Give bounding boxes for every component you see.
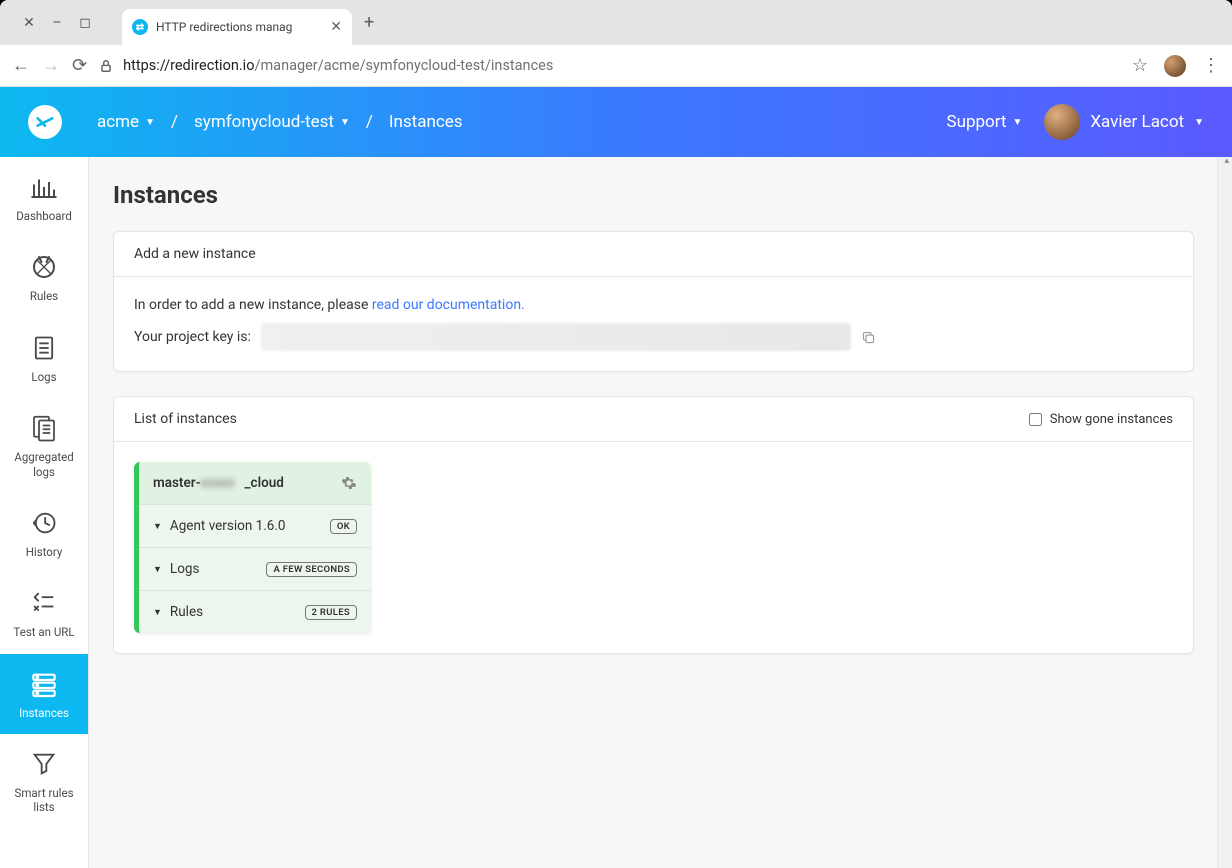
browser-menu-icon[interactable]: ⋮ [1202,55,1220,76]
instances-list-card: List of instances Show gone instances ma… [113,396,1194,654]
project-key-row: Your project key is: [134,323,1173,351]
test-url-icon [28,587,60,619]
minimize-window-icon[interactable]: – [50,16,64,30]
bookmark-star-icon[interactable]: ☆ [1132,55,1148,76]
sidebar-item-test-url[interactable]: Test an URL [0,573,88,653]
os-window-controls: ✕ – ◻ [10,16,92,30]
reload-button[interactable]: ⟳ [72,55,87,76]
sidebar-item-instances[interactable]: Instances [0,654,88,734]
sidebar-item-dashboard[interactable]: Dashboard [0,157,88,237]
user-avatar-icon [1044,104,1080,140]
instance-name: master-xxxxx_cloud [153,475,284,491]
rules-icon [28,251,60,283]
breadcrumb-page: Instances [389,112,463,132]
aggregated-logs-icon [28,412,60,444]
project-key-value [261,323,851,351]
url-path: /manager/acme/symfonycloud-test/instance… [254,57,553,74]
caret-down-icon: ▼ [153,607,162,618]
caret-down-icon: ▼ [1194,117,1204,128]
address-bar: ← → ⟳ https://redirection.io/manager/acm… [0,45,1232,87]
instance-logs-row[interactable]: ▼ Logs A FEW SECONDS [139,547,371,590]
breadcrumb-separator: / [171,112,178,132]
browser-tab[interactable]: ⇄ HTTP redirections manag ✕ [122,9,352,45]
url-host: https://redirection.io [123,57,254,74]
app-logo-icon[interactable] [28,105,62,139]
sidebar-item-history[interactable]: History [0,493,88,573]
caret-down-icon: ▼ [153,564,162,575]
window: ✕ – ◻ ⇄ HTTP redirections manag ✕ + ← → … [0,0,1232,868]
history-icon [28,507,60,539]
project-key-label: Your project key is: [134,329,251,345]
breadcrumb-separator: / [366,112,373,132]
main-content: Instances Add a new instance In order to… [89,157,1232,868]
profile-avatar-icon[interactable] [1164,55,1186,77]
sidebar-item-aggregated-logs[interactable]: Aggregated logs [0,398,88,493]
instances-list-header: List of instances Show gone instances [114,397,1193,442]
sidebar: Dashboard Rules Logs Aggregated logs [0,157,89,868]
status-badge: OK [330,519,357,534]
support-menu[interactable]: Support ▼ [946,112,1022,132]
instances-icon [28,668,60,700]
new-tab-button[interactable]: + [364,12,374,33]
documentation-link[interactable]: read our documentation. [372,297,525,313]
caret-down-icon: ▼ [145,117,155,128]
tab-favicon-icon: ⇄ [132,19,148,35]
url-field[interactable]: https://redirection.io/manager/acme/symf… [99,57,1120,74]
lock-icon [99,59,113,73]
sidebar-item-rules[interactable]: Rules [0,237,88,317]
sidebar-item-logs[interactable]: Logs [0,318,88,398]
copy-icon[interactable] [861,330,876,345]
show-gone-toggle[interactable]: Show gone instances [1029,412,1173,427]
back-button[interactable]: ← [12,55,30,76]
app-body: Dashboard Rules Logs Aggregated logs [0,157,1232,868]
instance-card: master-xxxxx_cloud ▼ Agent version 1.6.0 [134,462,371,633]
os-titlebar: ✕ – ◻ ⇄ HTTP redirections manag ✕ + [0,0,1232,45]
tab-close-icon[interactable]: ✕ [330,19,342,35]
add-instance-card: Add a new instance In order to add a new… [113,231,1194,372]
caret-down-icon: ▼ [153,521,162,532]
close-window-icon[interactable]: ✕ [22,16,36,30]
maximize-window-icon[interactable]: ◻ [78,16,92,30]
logs-icon [28,332,60,364]
breadcrumb-project[interactable]: symfonycloud-test ▼ [194,112,350,132]
caret-down-icon: ▼ [1012,117,1022,128]
instance-grid: master-xxxxx_cloud ▼ Agent version 1.6.0 [114,442,1193,653]
add-instance-body: In order to add a new instance, please r… [114,277,1193,371]
caret-down-icon: ▼ [340,117,350,128]
status-badge: A FEW SECONDS [266,562,357,577]
page-title: Instances [113,181,1208,209]
user-menu[interactable]: Xavier Lacot ▼ [1044,104,1204,140]
app-header: acme ▼ / symfonycloud-test ▼ / Instances… [0,87,1232,157]
show-gone-checkbox[interactable] [1029,413,1042,426]
tab-title: HTTP redirections manag [156,20,322,34]
forward-button[interactable]: → [42,55,60,76]
add-instance-header: Add a new instance [114,232,1193,277]
gear-icon[interactable] [341,475,357,491]
bar-chart-icon [28,171,60,203]
status-badge: 2 RULES [305,605,357,620]
instance-agent-row[interactable]: ▼ Agent version 1.6.0 OK [139,504,371,547]
sidebar-item-smart-rules[interactable]: Smart rules lists [0,734,88,829]
breadcrumb-org[interactable]: acme ▼ [97,112,155,132]
tab-strip: ⇄ HTTP redirections manag ✕ + [122,0,374,45]
instance-rules-row[interactable]: ▼ Rules 2 RULES [139,590,371,633]
funnel-icon [28,748,60,780]
address-actions: ☆ ⋮ [1132,55,1220,77]
instance-title-row: master-xxxxx_cloud [139,462,371,504]
